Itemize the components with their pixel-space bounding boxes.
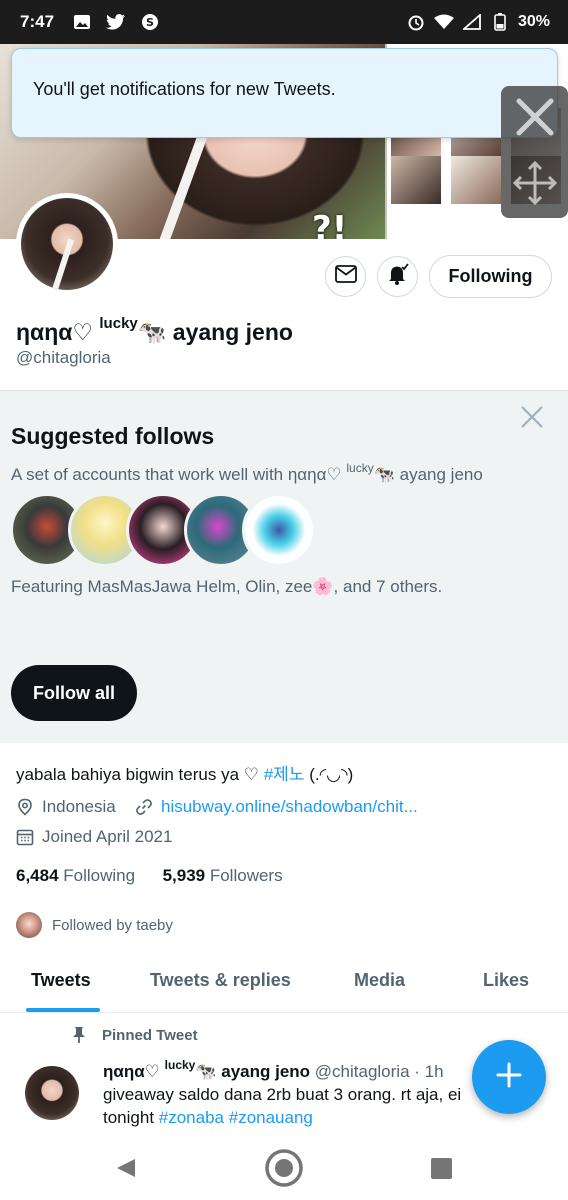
tweet-line: giveaway saldo dana 2rb buat 3 orang. rt… <box>103 1085 462 1104</box>
profile-bio: yabala bahiya bigwin terus ya ♡ #제노 (.◜◡… <box>16 760 353 785</box>
tweet-author-name: ηαηα♡ <box>103 1062 160 1081</box>
tab-tweets[interactable]: Tweets <box>31 970 91 991</box>
mail-icon <box>334 265 357 288</box>
suggested-subtitle-sup: lucky <box>346 461 374 475</box>
bio-text: yabala bahiya bigwin terus ya ♡ <box>16 765 264 784</box>
home-icon[interactable] <box>264 1148 304 1188</box>
bell-check-icon <box>386 262 410 291</box>
active-tab-indicator <box>26 1008 100 1012</box>
tab-likes[interactable]: Likes <box>483 970 529 991</box>
following-label: Following <box>63 866 136 885</box>
suggested-follows-panel: Suggested follows A set of accounts that… <box>0 390 568 743</box>
profile-location: Indonesia <box>16 797 116 817</box>
following-link[interactable]: 6,484 Following <box>16 866 135 885</box>
recents-icon[interactable] <box>431 1158 452 1179</box>
profile-avatar[interactable] <box>16 193 118 295</box>
back-icon[interactable] <box>114 1156 138 1180</box>
suggested-title: Suggested follows <box>11 423 215 449</box>
compose-tweet-button[interactable] <box>472 1040 546 1114</box>
banner-overlay-text: ?! <box>312 209 348 239</box>
gallery-icon <box>72 12 92 32</box>
floating-overlay-control[interactable] <box>501 86 568 218</box>
suggested-subtitle: A set of accounts that work well with ηα… <box>11 461 483 485</box>
following-count: 6,484 <box>16 866 59 885</box>
system-nav-bar <box>0 1136 568 1200</box>
dismiss-icon[interactable] <box>518 403 546 431</box>
following-button[interactable]: Following <box>429 255 552 298</box>
toast-message: You'll get notifications for new Tweets. <box>33 79 336 99</box>
tweet-hashtag[interactable]: #zonaba <box>159 1108 224 1127</box>
twitter-icon <box>106 12 126 32</box>
tweet-author-sup: lucky <box>164 1058 196 1072</box>
location-text: Indonesia <box>42 797 116 816</box>
followed-by[interactable]: Followed by taeby <box>16 912 173 938</box>
status-time: 7:47 <box>20 12 55 31</box>
display-name-text: ηαηα♡ <box>16 319 93 345</box>
skype-icon: S <box>140 12 160 32</box>
follow-counts: 6,484 Following 5,939 Followers <box>16 866 283 886</box>
profile-joined: Joined April 2021 <box>16 827 172 847</box>
display-name-sup: lucky <box>99 315 138 332</box>
followed-by-text: Followed by taeby <box>52 916 173 934</box>
avatar-image <box>21 198 113 290</box>
follow-all-button[interactable]: Follow all <box>11 665 137 721</box>
display-name-suffix: ayang jeno <box>172 319 293 345</box>
bio-suffix: (.◜◡◝) <box>304 765 354 784</box>
tweet-line: tonight #zonaba #zonauang <box>103 1106 503 1129</box>
battery-icon <box>490 12 510 32</box>
tweet-body[interactable]: giveaway saldo dana 2rb buat 3 orang. rt… <box>103 1083 503 1129</box>
tweet-author-suffix: 🐄 ayang jeno <box>195 1062 311 1081</box>
tweet-header: ηαηα♡ lucky🐄 ayang jeno @chitagloria · 1… <box>103 1058 444 1082</box>
tweet-text: tonight <box>103 1108 159 1127</box>
grid-tile <box>391 156 441 204</box>
pin-icon <box>70 1026 88 1044</box>
status-bar: 7:47 S 30% <box>0 0 568 44</box>
plus-icon <box>495 1061 523 1094</box>
tweet-avatar[interactable] <box>25 1066 79 1120</box>
suggested-avatars[interactable] <box>10 493 316 569</box>
followers-link[interactable]: 5,939 Followers <box>163 866 283 885</box>
move-icon[interactable] <box>511 159 559 212</box>
bio-hashtag[interactable]: #제노 <box>264 765 305 784</box>
followers-label: Followers <box>209 866 283 885</box>
followed-by-avatar <box>16 912 42 938</box>
profile-link[interactable]: hisubway.online/shadowban/chit... <box>135 797 418 817</box>
profile-tabs: Tweets Tweets & replies Media Likes <box>0 958 568 1013</box>
suggested-avatar[interactable] <box>242 493 316 567</box>
display-name: ηαηα♡ lucky🐄 ayang jeno <box>16 315 293 346</box>
pinned-tweet-label: Pinned Tweet <box>70 1026 198 1044</box>
close-icon[interactable] <box>511 93 559 146</box>
tab-media[interactable]: Media <box>354 970 405 991</box>
wifi-icon <box>433 12 454 32</box>
tweet-handle-time: @chitagloria · 1h <box>314 1062 444 1081</box>
suggested-subtitle-suffix: 🐄 ayang jeno <box>373 465 483 484</box>
suggested-subtitle-text: A set of accounts that work well with ηα… <box>11 465 342 484</box>
grid-tile <box>451 156 501 204</box>
notification-toast[interactable]: You'll get notifications for new Tweets. <box>11 48 558 138</box>
joined-text: Joined April 2021 <box>42 827 173 846</box>
tweet-hashtag[interactable]: #zonauang <box>229 1108 313 1127</box>
calendar-icon <box>16 828 34 846</box>
suggested-featuring: Featuring MasMasJawa Helm, Olin, zee🌸, a… <box>11 577 443 596</box>
pinned-text: Pinned Tweet <box>102 1026 198 1044</box>
alarm-icon <box>406 12 426 32</box>
link-icon <box>135 798 153 816</box>
signal-icon <box>462 12 482 32</box>
svg-text:S: S <box>146 16 154 29</box>
message-button[interactable] <box>325 256 366 297</box>
tab-tweets-replies[interactable]: Tweets & replies <box>150 970 291 991</box>
followers-count: 5,939 <box>162 866 206 885</box>
location-icon <box>16 798 34 816</box>
link-text[interactable]: hisubway.online/shadowban/chit... <box>161 797 418 817</box>
display-name-emoji: 🐄 <box>137 319 167 345</box>
battery-percent: 30% <box>517 13 550 30</box>
notifications-button[interactable] <box>377 256 418 297</box>
profile-handle: @chitagloria <box>16 348 111 367</box>
